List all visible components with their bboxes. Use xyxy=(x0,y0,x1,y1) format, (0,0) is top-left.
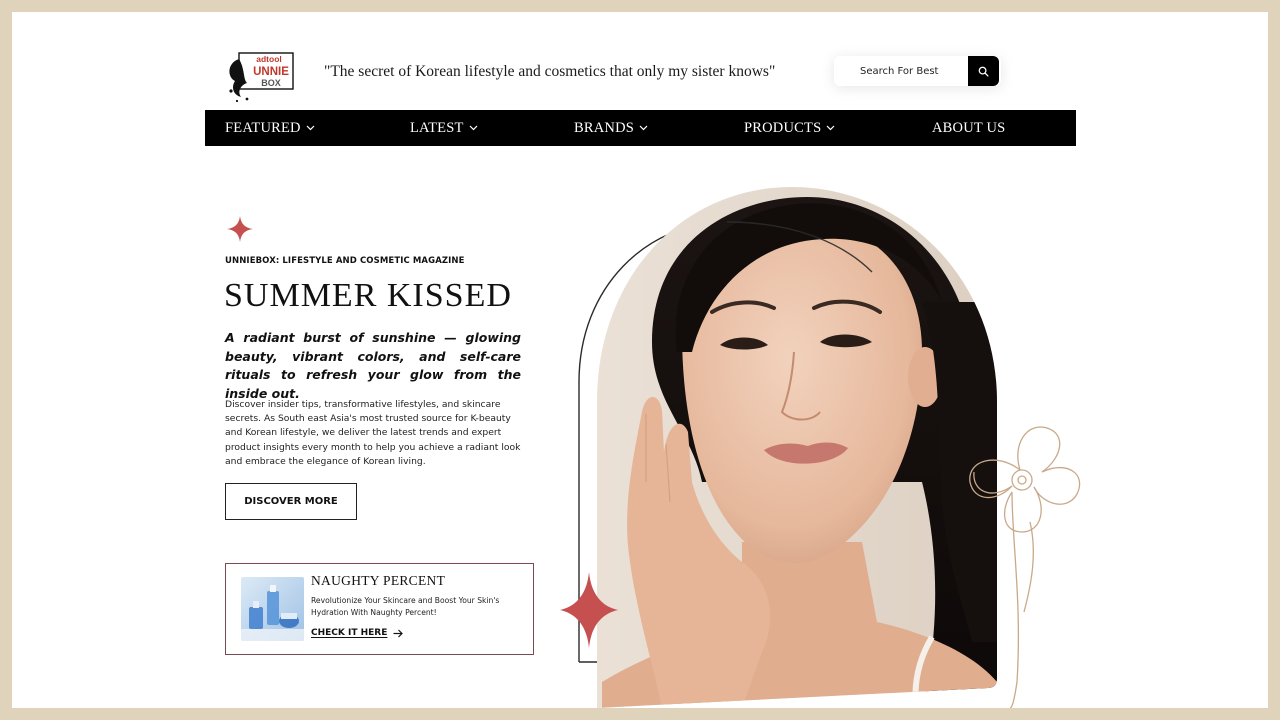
chevron-down-icon xyxy=(306,125,315,131)
search-icon xyxy=(978,66,989,77)
discover-more-button[interactable]: DISCOVER MORE xyxy=(225,483,357,520)
nav-item-products[interactable]: PRODUCTS xyxy=(744,110,835,146)
promo-description: Revolutionize Your Skincare and Boost Yo… xyxy=(311,596,500,617)
nav-item-featured[interactable]: FEATURED xyxy=(225,110,315,146)
nav-item-about-us[interactable]: ABOUT US xyxy=(932,110,1005,146)
search-input[interactable] xyxy=(834,56,968,86)
nav-item-label: BRANDS xyxy=(574,119,635,136)
hero-subhead: A radiant burst of sunshine — glowing be… xyxy=(225,330,521,401)
hero-portrait-image xyxy=(560,187,1081,708)
chevron-down-icon xyxy=(826,125,835,131)
hero-headline: SUMMER KISSED xyxy=(224,277,512,314)
magazine-eyebrow: UNNIEBOX: LIFESTYLE AND COSMETIC MAGAZIN… xyxy=(225,256,465,266)
promo-title: NAUGHTY PERCENT xyxy=(311,573,446,588)
nav-item-label: LATEST xyxy=(410,119,464,136)
nav-item-brands[interactable]: BRANDS xyxy=(574,110,648,146)
search-box xyxy=(834,56,1001,86)
site-tagline: "The secret of Korean lifestyle and cosm… xyxy=(324,63,776,80)
nav-item-label: ABOUT US xyxy=(932,119,1006,136)
sparkle-icon xyxy=(227,216,253,242)
hero-body-text: Discover insider tips, transformative li… xyxy=(225,399,521,467)
promo-card: NAUGHTY PERCENT Revolutionize Your Skinc… xyxy=(225,563,534,655)
chevron-down-icon xyxy=(639,125,648,131)
main-nav: FEATURED LATEST BRANDS PRODUCTS ABOUT US xyxy=(205,110,1076,146)
site-logo[interactable]: adtool UNNIE BOX xyxy=(225,51,309,107)
svg-text:BOX: BOX xyxy=(261,78,281,88)
product-thumbnail xyxy=(241,577,304,641)
nav-item-label: PRODUCTS xyxy=(744,119,822,136)
nav-item-latest[interactable]: LATEST xyxy=(410,110,478,146)
nav-item-label: FEATURED xyxy=(225,119,301,136)
page-frame: adtool UNNIE BOX "The secret of Korean l… xyxy=(12,12,1268,708)
svg-text:adtool: adtool xyxy=(256,54,282,64)
chevron-down-icon xyxy=(469,125,477,131)
check-it-here-link[interactable]: CHECK IT HERE xyxy=(311,628,404,638)
search-button[interactable] xyxy=(968,56,999,86)
svg-text:UNNIE: UNNIE xyxy=(253,66,289,78)
promo-link-label: CHECK IT HERE xyxy=(311,628,388,638)
arrow-right-icon xyxy=(393,629,404,637)
